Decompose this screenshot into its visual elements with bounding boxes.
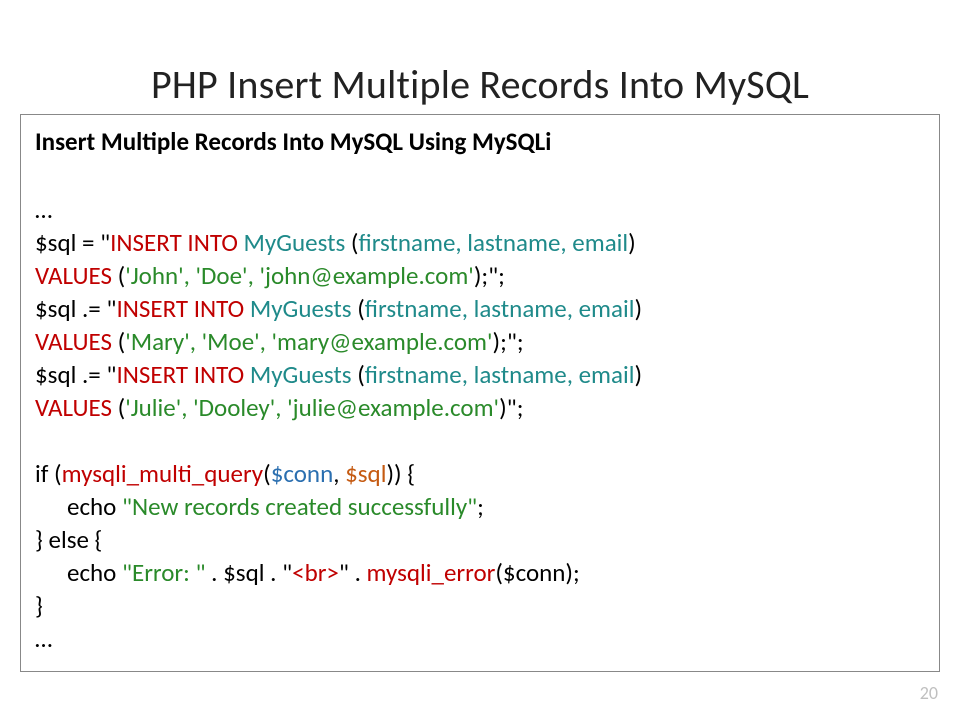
ellipsis-bottom: …	[35, 623, 52, 654]
code-line-3: $sql .= "INSERT INTO MyGuests (firstname…	[35, 293, 642, 324]
code-line-5: $sql .= "INSERT INTO MyGuests (firstname…	[35, 359, 642, 390]
code-line-2: VALUES ('John', 'Doe', 'john@example.com…	[35, 260, 505, 291]
code-line-8: echo "New records created successfully";	[35, 491, 484, 522]
code-line-7: if (mysqli_multi_query($conn, $sql)) {	[35, 458, 415, 489]
code-block: … $sql = "INSERT INTO MyGuests (firstnam…	[35, 160, 925, 655]
slide: PHP Insert Multiple Records Into MySQL I…	[0, 0, 960, 720]
code-line-6: VALUES ('Julie', 'Dooley', 'julie@exampl…	[35, 392, 523, 423]
code-line-1: $sql = "INSERT INTO MyGuests (firstname,…	[35, 227, 636, 258]
code-line-9: } else {	[35, 524, 102, 555]
content-box: Insert Multiple Records Into MySQL Using…	[20, 114, 940, 672]
code-line-10: echo "Error: " . $sql . "<br>" . mysqli_…	[35, 557, 580, 588]
slide-title: PHP Insert Multiple Records Into MySQL	[0, 60, 960, 109]
code-line-4: VALUES ('Mary', 'Moe', 'mary@example.com…	[35, 326, 524, 357]
code-line-11: }	[35, 590, 43, 621]
content-subtitle: Insert Multiple Records Into MySQL Using…	[35, 125, 925, 158]
ellipsis-top: …	[35, 194, 52, 225]
page-number: 20	[920, 682, 938, 704]
